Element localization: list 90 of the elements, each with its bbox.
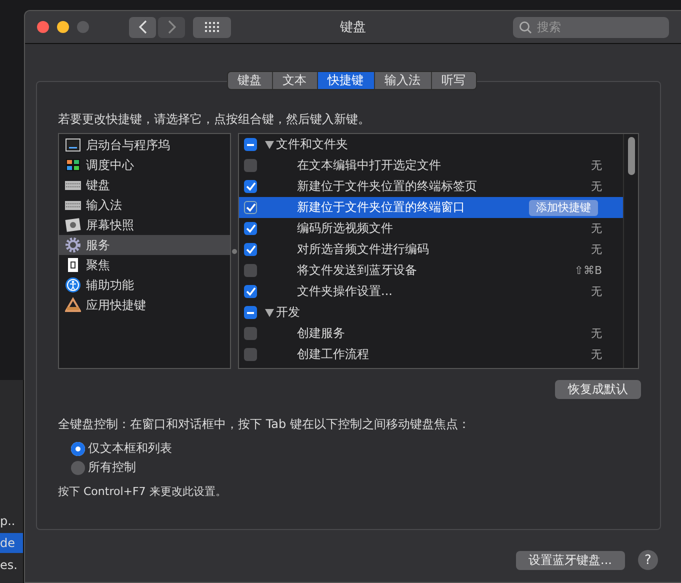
shortcut-row[interactable]: 新建位于文件夹位置的终端窗口 添加快捷键 <box>239 197 623 218</box>
checkbox[interactable] <box>244 243 257 256</box>
checkbox[interactable] <box>244 180 257 193</box>
app-tools-icon <box>65 297 81 313</box>
group-label: 文件和文件夹 <box>276 136 348 153</box>
tab[interactable]: 快捷键 <box>318 72 374 89</box>
window-text-fragment: de <box>0 533 23 553</box>
forward-button[interactable] <box>158 16 185 38</box>
category-item[interactable]: 输入法 <box>59 195 230 215</box>
category-item[interactable]: 聚焦 <box>59 255 230 275</box>
shortcut-key: 无 <box>591 284 602 299</box>
shortcut-row[interactable]: 创建服务 无 <box>239 323 623 344</box>
radio-button[interactable] <box>71 442 85 456</box>
camera-icon <box>65 218 81 232</box>
tab[interactable]: 文本 <box>272 72 318 89</box>
group-label: 开发 <box>276 304 300 321</box>
checkbox[interactable] <box>244 138 257 151</box>
window-text-fragment: es. <box>0 557 18 574</box>
bluetooth-keyboard-button[interactable]: 设置蓝牙键盘... <box>516 550 625 570</box>
category-item[interactable]: 应用快捷键 <box>59 295 230 315</box>
restore-defaults-button[interactable]: 恢复成默认 <box>555 380 641 399</box>
checkbox[interactable] <box>244 306 257 319</box>
back-button[interactable] <box>129 16 156 38</box>
checkbox[interactable] <box>244 159 257 172</box>
chevron-left-icon <box>138 20 146 34</box>
full-keyboard-access-label: 全键盘控制：在窗口和对话框中，按下 Tab 键在以下控制之间移动键盘焦点： <box>58 416 471 433</box>
window-title: 键盘 <box>340 19 366 36</box>
checkbox[interactable] <box>244 222 257 235</box>
gear-icon <box>65 237 81 253</box>
checkbox[interactable] <box>244 327 257 340</box>
shortcut-row[interactable]: 编码所选视频文件 无 <box>239 218 623 239</box>
shortcut-name: 编码所选视频文件 <box>297 220 393 237</box>
checkbox[interactable] <box>244 348 257 361</box>
tab[interactable]: 键盘 <box>228 72 272 89</box>
category-item[interactable]: 调度中心 <box>59 155 230 175</box>
help-button[interactable]: ? <box>638 550 658 570</box>
tab[interactable]: 输入法 <box>374 72 432 89</box>
shortcut-row[interactable]: 将文件发送到蓝牙设备 ⇧⌘B <box>239 260 623 281</box>
keyboard-icon <box>65 198 81 212</box>
shortcut-row[interactable]: 新建位于文件夹位置的终端标签页 无 <box>239 176 623 197</box>
minimize-button[interactable] <box>57 21 69 33</box>
radio-option[interactable]: 仅文本框和列表 <box>71 439 639 458</box>
shortcut-name: 创建工作流程 <box>297 346 369 363</box>
shortcut-key: ⇧⌘B <box>574 264 602 277</box>
tab[interactable]: 听写 <box>432 72 476 89</box>
shortcut-row[interactable]: 创建工作流程 无 <box>239 344 623 365</box>
category-item[interactable]: 服务 <box>59 235 230 255</box>
shortcut-row[interactable]: 文件夹操作设置... 无 <box>239 281 623 302</box>
category-item[interactable]: 键盘 <box>59 175 230 195</box>
shortcut-name: 新建位于文件夹位置的终端窗口 <box>297 199 465 216</box>
category-item[interactable]: 屏幕快照 <box>59 215 230 235</box>
shortcut-name: 将文件发送到蓝牙设备 <box>297 262 417 279</box>
shortcut-name: 创建服务 <box>297 325 345 342</box>
keyboard-icon <box>65 178 81 192</box>
shortcut-row[interactable]: 在文本编辑中打开选定文件 无 <box>239 155 623 176</box>
category-item[interactable]: 辅助功能 <box>59 275 230 295</box>
shortcut-key: 无 <box>591 347 602 362</box>
accessibility-icon <box>65 277 81 293</box>
radio-button[interactable] <box>71 460 85 474</box>
disclosure-down-icon[interactable] <box>265 308 274 316</box>
category-item[interactable]: 启动台与程序坞 <box>59 135 230 155</box>
radio-option[interactable]: 所有控制 <box>71 458 639 477</box>
shortcut-key: 无 <box>591 326 602 341</box>
chevron-right-icon <box>168 20 176 34</box>
shortcut-name: 在文本编辑中打开选定文件 <box>297 157 441 174</box>
shortcut-name: 对所选音频文件进行编码 <box>297 241 429 258</box>
shortcut-key: 无 <box>591 158 602 173</box>
close-button[interactable] <box>37 21 49 33</box>
note-text: 按下 Control+F7 来更改此设置。 <box>58 484 228 499</box>
shortcut-key: 无 <box>591 179 602 194</box>
disclosure-down-icon[interactable] <box>265 140 274 148</box>
scrollbar-thumb[interactable] <box>628 137 634 175</box>
shortcut-key: 无 <box>591 221 602 236</box>
search-icon <box>519 20 532 34</box>
display-icon <box>65 138 81 152</box>
checkbox[interactable] <box>244 285 257 298</box>
checkbox[interactable] <box>244 264 257 277</box>
windows-icon <box>65 158 81 172</box>
checkbox[interactable] <box>244 201 257 214</box>
split-handle[interactable] <box>232 248 237 254</box>
document-icon <box>65 257 81 273</box>
shortcut-row[interactable]: 对所选音频文件进行编码 无 <box>239 239 623 260</box>
grid-icon <box>205 22 219 32</box>
shortcut-key: 无 <box>591 242 602 257</box>
shortcut-name: 文件夹操作设置... <box>297 283 392 300</box>
instruction-text: 若要更改快捷键，请选择它，点按组合键，然后键入新键。 <box>58 111 371 128</box>
search-field[interactable]: 搜索 <box>513 16 669 38</box>
show-all-button[interactable] <box>193 16 231 38</box>
shortcut-name: 新建位于文件夹位置的终端标签页 <box>297 178 477 195</box>
window-text-fragment: p.. <box>0 513 16 530</box>
